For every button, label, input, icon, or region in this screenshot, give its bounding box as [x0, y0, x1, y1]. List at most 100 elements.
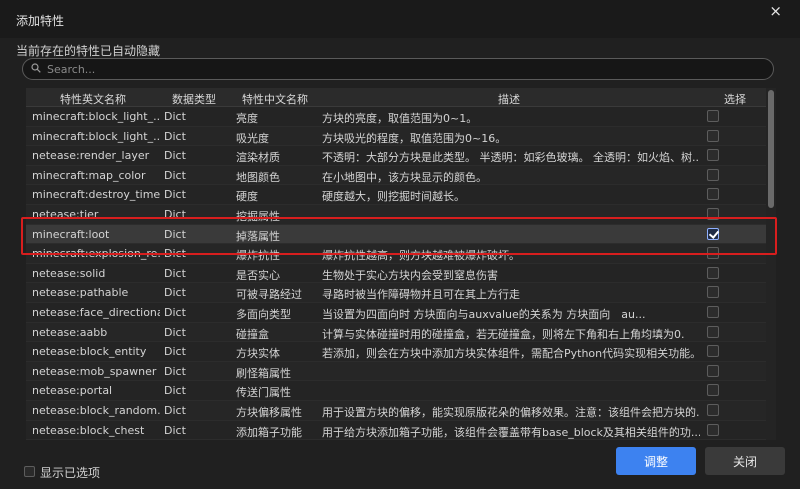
select-checkbox[interactable] [707, 110, 719, 122]
close-icon[interactable]: × [769, 4, 782, 19]
select-checkbox[interactable] [707, 168, 719, 181]
select-checkbox[interactable] [707, 306, 719, 318]
cell-type: Dict [164, 168, 186, 182]
table-row[interactable]: minecraft:map_color Dict 地图颜色 在小地图中，该方块显示的颜… [26, 165, 766, 186]
dialog-subtitle: 当前存在的特性已自动隐藏 [16, 44, 161, 58]
select-checkbox[interactable] [707, 423, 719, 436]
cell-type: Dict [164, 227, 186, 241]
select-checkbox[interactable] [707, 149, 719, 162]
cell-type: Dict [164, 345, 186, 359]
table-row[interactable]: netease:pathable Dict 可被寻路经过 寻路时被当作障碍物并且可在其… [26, 283, 766, 303]
dialog-titlebar: 添加特性 × [0, 0, 800, 38]
cell-name: minecraft:loot [32, 227, 110, 241]
table-row[interactable]: netease:face_directional Dict 多面向类型 当设置为四面向… [26, 303, 766, 323]
table-row[interactable]: minecraft:destroy_time Dict 硬度 硬度越大，则挖掘时间越长… [26, 185, 766, 205]
cell-type: Dict [164, 266, 186, 280]
cell-type: Dict [164, 286, 186, 300]
table-row[interactable]: netease:render_layer Dict 渲染材质 不透明：大部分方块是此类… [26, 146, 766, 166]
header-select[interactable]: 选择 [724, 91, 746, 107]
select-checkbox[interactable] [707, 188, 719, 201]
add-feature-dialog: 添加特性 × 当前存在的特性已自动隐藏 特性英文名称 数据类型 特性中文名称 描… [0, 0, 800, 489]
cell-name: netease:render_layer [32, 149, 150, 163]
cell-name: netease:mob_spawner [32, 364, 157, 378]
cell-desc: 不透明：大部分方块是此类型。 半透明：如彩色玻璃。 全透明：如火焰、树... [322, 151, 700, 165]
cell-cn-name: 掉落属性 [236, 229, 280, 243]
cell-type: Dict [164, 110, 186, 123]
table-row[interactable]: netease:block_chest Dict 添加箱子功能 用于给方块添加箱子功能… [26, 421, 766, 440]
cell-desc: 爆炸抗性越高，则方块越难被爆炸破坏。 [322, 249, 520, 263]
cell-name: netease:portal [32, 384, 113, 398]
header-name[interactable]: 特性英文名称 [60, 91, 126, 107]
table-row[interactable]: netease:solid Dict 是否实心 生物处于实心方块内会受到窒息伤害 [26, 264, 766, 284]
cell-name: minecraft:explosion_re... [32, 247, 160, 261]
cell-desc: 用于设置方块的偏移，能实现原版花朵的偏移效果。注意：该组件会把方块的... [322, 406, 700, 419]
table-row[interactable]: minecraft:block_light_... Dict 吸光度 方块吸光的程度，… [26, 126, 766, 147]
close-button[interactable]: 关闭 [705, 447, 785, 475]
cell-cn-name: 渲染材质 [236, 151, 280, 165]
cell-desc: 在小地图中，该方块显示的颜色。 [322, 170, 487, 184]
cell-cn-name: 添加箱子功能 [236, 425, 302, 439]
cell-name: netease:block_entity [32, 345, 147, 359]
cell-name: netease:solid [32, 266, 106, 280]
cell-cn-name: 方块偏移属性 [236, 406, 302, 419]
cell-name: netease:block_random... [32, 404, 160, 417]
cell-cn-name: 吸光度 [236, 131, 269, 145]
cell-desc: 用于给方块添加箱子功能，该组件会覆盖带有base_block及其相关组件的功..… [322, 425, 700, 439]
table-row[interactable]: minecraft:loot Dict 掉落属性 [26, 224, 766, 245]
select-checkbox[interactable] [707, 364, 719, 377]
show-selected-checkbox[interactable] [24, 466, 35, 477]
table-row[interactable]: netease:block_entity Dict 方块实体 若添加，则会在方块中添加… [26, 342, 766, 362]
search-input[interactable] [45, 60, 765, 78]
cell-type: Dict [164, 306, 186, 319]
cell-type: Dict [164, 423, 186, 437]
dialog-title: 添加特性 [16, 14, 65, 28]
select-checkbox[interactable] [707, 208, 719, 220]
cell-cn-name: 挖掘属性 [236, 210, 280, 223]
scrollbar-thumb[interactable] [768, 90, 774, 208]
select-checkbox[interactable] [707, 325, 719, 338]
cell-type: Dict [164, 384, 186, 398]
table-row[interactable]: netease:block_random... Dict 方块偏移属性 用于设置方块的… [26, 401, 766, 421]
cell-name: netease:pathable [32, 286, 129, 300]
select-checkbox[interactable] [707, 404, 719, 416]
cell-cn-name: 传送门属性 [236, 386, 291, 400]
cell-desc: 硬度越大，则挖掘时间越长。 [322, 190, 465, 204]
table-row[interactable]: netease:aabb Dict 碰撞盒 计算与实体碰撞时用的碰撞盒，若无碰撞盒，则… [26, 322, 766, 343]
cell-cn-name: 碰撞盒 [236, 327, 269, 341]
table-row[interactable]: minecraft:explosion_re... Dict 爆炸抗性 爆炸抗性越高，… [26, 244, 766, 264]
select-checkbox[interactable] [707, 345, 719, 358]
header-desc[interactable]: 描述 [498, 91, 520, 107]
cell-name: netease:face_directional [32, 306, 160, 319]
cell-type: Dict [164, 129, 186, 143]
cell-desc: 计算与实体碰撞时用的碰撞盒，若无碰撞盒，则将左下角和右上角均填为0. [322, 327, 685, 341]
cell-type: Dict [164, 247, 186, 261]
select-checkbox[interactable] [707, 384, 719, 397]
header-type[interactable]: 数据类型 [172, 91, 216, 107]
header-cn-name[interactable]: 特性中文名称 [242, 91, 308, 107]
cell-name: minecraft:block_light_... [32, 110, 160, 123]
select-checkbox[interactable] [707, 286, 719, 299]
table-row[interactable]: netease:tier Dict 挖掘属性 [26, 205, 766, 225]
select-checkbox[interactable] [707, 129, 719, 142]
select-checkbox[interactable] [707, 227, 719, 240]
cell-name: minecraft:block_light_... [32, 129, 160, 143]
cell-type: Dict [164, 208, 186, 221]
cell-type: Dict [164, 188, 186, 202]
cell-cn-name: 地图颜色 [236, 170, 280, 184]
search-icon [31, 63, 41, 73]
adjust-button[interactable]: 调整 [616, 447, 696, 475]
table-row[interactable]: netease:mob_spawner Dict 刷怪箱属性 [26, 361, 766, 382]
search-box[interactable] [22, 58, 774, 80]
cell-desc: 方块的亮度，取值范围为0~1。 [322, 112, 478, 125]
cell-cn-name: 亮度 [236, 112, 258, 125]
cell-type: Dict [164, 364, 186, 378]
cell-cn-name: 多面向类型 [236, 308, 291, 321]
cell-name: netease:tier [32, 208, 99, 221]
cell-type: Dict [164, 149, 186, 163]
select-checkbox[interactable] [707, 247, 719, 260]
select-checkbox[interactable] [707, 266, 719, 279]
cell-cn-name: 硬度 [236, 190, 258, 204]
table-row[interactable]: netease:portal Dict 传送门属性 [26, 381, 766, 401]
cell-cn-name: 方块实体 [236, 347, 280, 361]
table-row[interactable]: minecraft:block_light_... Dict 亮度 方块的亮度，取值范… [26, 107, 766, 127]
